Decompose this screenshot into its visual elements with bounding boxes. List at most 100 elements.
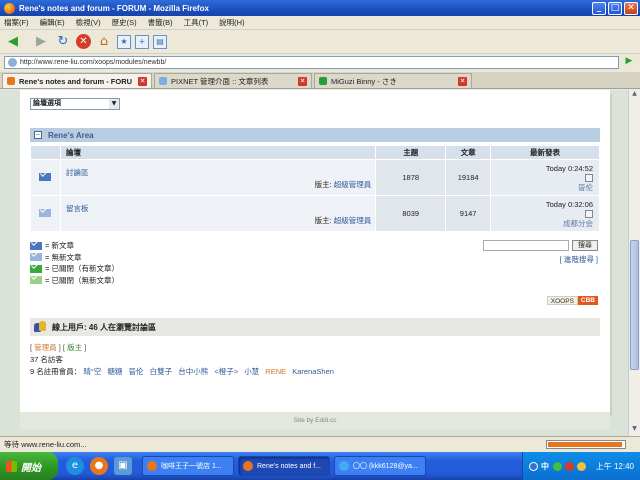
legend-locked-new: = 已關閉（有新文章）	[45, 264, 119, 273]
member-link[interactable]: 小慧	[244, 367, 259, 376]
tab-pixnet[interactable]: PIXNET 管理介面 :: 文章列表 ✕	[154, 73, 312, 88]
windows-logo-icon	[6, 460, 17, 472]
moderator-link[interactable]: 超級管理員	[334, 216, 372, 225]
forum-jump-select[interactable]: 論壇選項 ▼	[30, 98, 120, 110]
menu-edit[interactable]: 編輯(E)	[40, 17, 65, 28]
locked-no-new-icon	[30, 276, 42, 285]
tab-close-icon[interactable]: ✕	[458, 76, 467, 86]
last-post-user[interactable]: 成都分会	[491, 218, 593, 229]
goto-post-icon[interactable]	[585, 174, 593, 183]
search-button[interactable]: 搜尋	[572, 240, 598, 251]
volume-tray-icon[interactable]	[577, 461, 586, 471]
menu-history[interactable]: 歷史(S)	[112, 17, 137, 28]
new-tab-icon[interactable]: +	[135, 34, 149, 49]
goto-post-icon[interactable]	[585, 210, 593, 219]
status-text: 等待 www.rene-liu.com...	[4, 440, 87, 449]
taskbar-item[interactable]: 〇〇 (kkk6128@ya...	[334, 456, 426, 476]
online-users-body: [ 管理員 ] [ 版主 ] 37 名訪客 9 名註冊會員： 晴°空 糖糖 晉伦…	[30, 342, 338, 378]
navigation-toolbar: ◀ ▶ ↻ ✕ ⌂ ★ + ▤	[0, 30, 640, 54]
taskbar-item[interactable]: Rene's notes and f...	[238, 456, 330, 476]
back-icon[interactable]: ◀	[4, 33, 22, 51]
menu-help[interactable]: 說明(H)	[219, 17, 244, 28]
menu-bookmarks[interactable]: 書籤(B)	[148, 17, 173, 28]
windows-taskbar: 開始 e ● ▣ 咖啡王子一號店 1... Rene's notes and f…	[0, 452, 640, 480]
legend-locked-no-new: = 已關閉（無新文章）	[45, 275, 119, 285]
ime-indicator[interactable]: 中	[541, 461, 549, 472]
help-icon[interactable]	[529, 461, 538, 471]
member-link[interactable]: 晴°空	[83, 367, 101, 376]
tab-close-icon[interactable]: ✕	[138, 76, 147, 86]
menu-view[interactable]: 檢視(V)	[76, 17, 101, 28]
forum-jump-value: 論壇選項	[33, 100, 61, 107]
header-icon-col	[30, 145, 61, 160]
status-bar: 等待 www.rene-liu.com...	[0, 436, 640, 452]
member-link[interactable]: 晉伦	[129, 367, 144, 376]
scroll-down-icon[interactable]: ▼	[629, 425, 640, 436]
no-new-posts-icon	[39, 208, 52, 217]
reload-icon[interactable]: ↻	[54, 33, 72, 51]
antivirus-tray-icon[interactable]	[565, 461, 574, 471]
page-content: 論壇選項 ▼ – Rene's Area 論壇 主題 文章 最新發表 討論區 版…	[0, 90, 628, 436]
menu-tools[interactable]: 工具(T)	[184, 17, 209, 28]
last-post-time: Today 0:32:06	[545, 200, 593, 209]
moderator-label: 版主:	[314, 180, 332, 189]
go-icon[interactable]: ▶	[622, 56, 636, 69]
member-link[interactable]: 糖糖	[107, 367, 122, 376]
member-link[interactable]: RENE	[265, 367, 286, 376]
vertical-scrollbar[interactable]: ▲ ▼	[628, 90, 640, 436]
stop-icon[interactable]: ✕	[76, 34, 91, 49]
site-footer: Site by Eddi.cc	[20, 412, 610, 430]
internet-explorer-icon[interactable]: e	[66, 457, 84, 475]
tab-close-icon[interactable]: ✕	[298, 76, 307, 86]
tab-favicon	[319, 77, 327, 85]
member-link[interactable]: KarenaShen	[292, 367, 334, 376]
scroll-up-icon[interactable]: ▲	[629, 90, 640, 101]
moderator-role-label: 版主	[67, 343, 83, 352]
bookmark-icon[interactable]: ★	[117, 34, 131, 49]
home-icon[interactable]: ⌂	[95, 33, 113, 51]
users-online-icon	[34, 321, 46, 333]
header-last-post: 最新發表	[490, 145, 600, 160]
messenger-icon	[339, 461, 349, 471]
member-link[interactable]: 白雙子	[150, 367, 173, 376]
start-button[interactable]: 開始	[0, 452, 58, 480]
close-button[interactable]: ✕	[624, 1, 638, 15]
moderator-link[interactable]: 超級管理員	[334, 180, 372, 189]
table-row: 留言板 版主: 超級管理員 8039 9147 Today 0:32:06 成都…	[30, 195, 600, 232]
header-posts: 文章	[445, 145, 492, 160]
category-name[interactable]: Rene's Area	[48, 131, 94, 140]
messenger-tray-icon[interactable]	[553, 461, 562, 471]
forum-link-guestbook[interactable]: 留言板	[66, 203, 89, 214]
collapse-icon[interactable]: –	[34, 131, 42, 139]
minimize-button[interactable]: _	[592, 1, 606, 15]
forward-icon[interactable]: ▶	[32, 33, 50, 51]
forum-link-discussion[interactable]: 討論區	[66, 167, 89, 178]
menu-file[interactable]: 檔案(F)	[4, 17, 29, 28]
advanced-search-link[interactable]: [ 進階搜尋 ]	[560, 254, 598, 265]
scrollbar-thumb[interactable]	[630, 240, 639, 370]
xoops-cbb-badge[interactable]: XOOPS CBB	[546, 296, 598, 305]
member-link[interactable]: <橙子>	[214, 367, 238, 376]
tab-miguzi[interactable]: MiGuzi Binny - さき ✕	[314, 73, 472, 88]
url-input[interactable]: http://www.rene-liu.com/xoops/modules/ne…	[4, 56, 619, 69]
sidebar-icon[interactable]: ▤	[153, 34, 167, 49]
last-post-time: Today 0:24:52	[545, 164, 593, 173]
maximize-button[interactable]: □	[608, 1, 622, 15]
members-label: 9 名註冊會員：	[30, 367, 82, 376]
taskbar-item[interactable]: 咖啡王子一號店 1...	[142, 456, 234, 476]
last-post-user[interactable]: 晉伦	[491, 182, 593, 193]
media-icon[interactable]: ▣	[114, 457, 132, 475]
firefox-icon[interactable]: ●	[90, 457, 108, 475]
tab-favicon	[159, 77, 167, 85]
member-link[interactable]: 台中小熊	[178, 367, 208, 376]
menu-bar: 檔案(F) 編輯(E) 檢視(V) 歷史(S) 書籤(B) 工具(T) 說明(H…	[0, 16, 640, 30]
forum-moderator: 版主: 超級管理員	[315, 179, 372, 190]
firefox-icon	[243, 461, 253, 471]
system-tray: 中 上午 12:40	[522, 452, 640, 480]
legend-new: = 新文章	[45, 241, 74, 250]
legend-no-new: = 無新文章	[45, 252, 82, 262]
admin-label: 管理員	[34, 343, 57, 352]
search-input[interactable]	[483, 240, 569, 251]
tab-rene-forum[interactable]: Rene's notes and forum - FORUM ✕	[2, 73, 152, 88]
role-legend: [ 管理員 ] [ 版主 ]	[30, 343, 87, 352]
